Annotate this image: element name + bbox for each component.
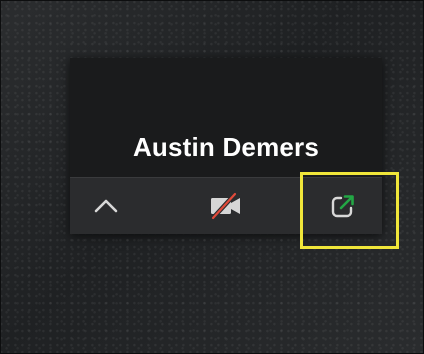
video-off-icon: [211, 192, 240, 220]
mini-meeting-window: Austin Demers: [70, 58, 382, 234]
chevron-up-icon: [94, 199, 118, 213]
participant-name: Austin Demers: [132, 132, 320, 162]
pop-out-icon: [331, 195, 354, 218]
video-toggle-button[interactable]: [196, 178, 256, 234]
meeting-toolbar: [70, 177, 382, 234]
collapse-button[interactable]: [76, 178, 136, 234]
pop-out-button[interactable]: [313, 178, 373, 234]
